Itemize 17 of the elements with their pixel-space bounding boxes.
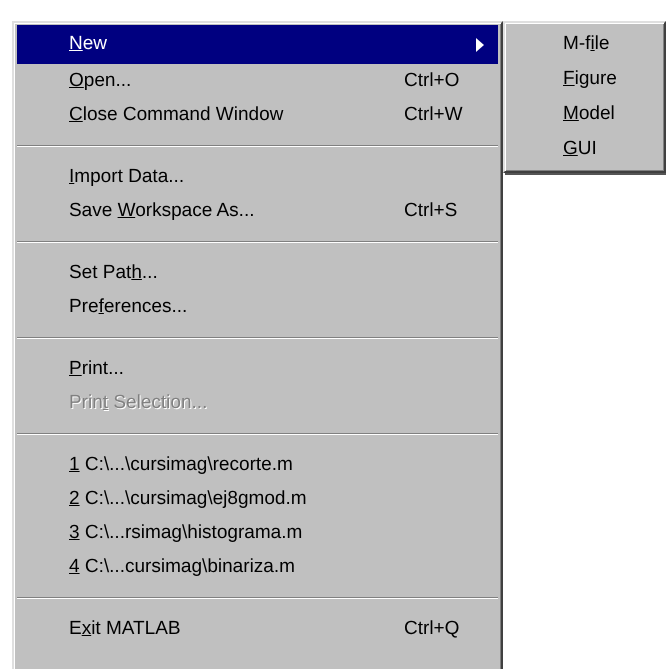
menu-item[interactable]: 2 C:\...\cursimag\ej8gmod.m	[17, 482, 498, 516]
menu-item[interactable]: Set Path...	[17, 256, 498, 290]
menu-item[interactable]: Import Data...	[17, 160, 498, 194]
menu-item[interactable]: Save Workspace As... Ctrl+S	[17, 194, 498, 228]
menu-item[interactable]: 1 C:\...\cursimag\recorte.m	[17, 448, 498, 482]
menu-item[interactable]: Open... Ctrl+O	[17, 64, 498, 98]
menu-item[interactable]: Print...	[17, 352, 498, 386]
menu-item[interactable]: 4 C:\...cursimag\binariza.m	[17, 550, 498, 584]
menu-item[interactable]: Close Command Window Ctrl+W	[17, 98, 498, 132]
menu-item[interactable]: M-file	[508, 27, 661, 62]
menu-item[interactable]: GUI	[508, 132, 661, 167]
menu-item[interactable]: Preferences...	[17, 290, 498, 324]
menu-item[interactable]: Model	[508, 97, 661, 132]
menu-item[interactable]: Figure	[508, 62, 661, 97]
menu-item[interactable]: Exit MATLAB Ctrl+Q	[17, 612, 498, 646]
menu-item[interactable]: New	[17, 25, 498, 64]
menu-item[interactable]: 3 C:\...rsimag\histograma.m	[17, 516, 498, 550]
